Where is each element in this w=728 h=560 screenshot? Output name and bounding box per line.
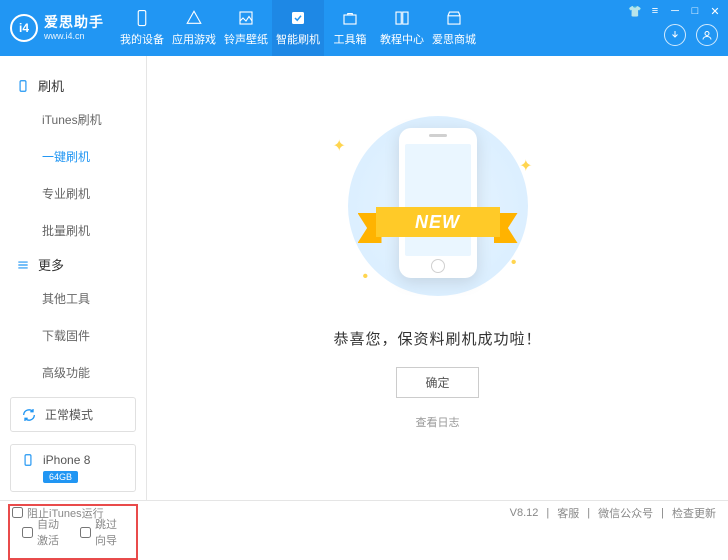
book-icon bbox=[393, 9, 411, 27]
nav-store[interactable]: 爱思商城 bbox=[428, 0, 480, 56]
phone-icon bbox=[133, 9, 151, 27]
sparkle-icon: • bbox=[363, 268, 369, 286]
sidebar-item-itunes[interactable]: iTunes刷机 bbox=[0, 101, 146, 138]
wardrobe-icon[interactable]: 👕 bbox=[628, 4, 642, 18]
storage-badge: 64GB bbox=[43, 471, 78, 483]
wallpaper-icon bbox=[237, 9, 255, 27]
sidebar: 刷机 iTunes刷机 一键刷机 专业刷机 批量刷机 更多 其他工具 下载固件 … bbox=[0, 56, 147, 500]
confirm-button[interactable]: 确定 bbox=[396, 367, 478, 398]
wechat-link[interactable]: 微信公众号 bbox=[598, 505, 653, 521]
version-label: V8.12 bbox=[510, 507, 539, 519]
nav-my-device[interactable]: 我的设备 bbox=[116, 0, 168, 56]
flash-icon bbox=[289, 9, 307, 27]
main-content: NEW ✦ ✦ • • 恭喜您，保资料刷机成功啦！ 确定 查看日志 bbox=[147, 56, 728, 500]
phone-small-icon bbox=[21, 453, 35, 467]
sidebar-item-advanced[interactable]: 高级功能 bbox=[0, 354, 146, 391]
nav-apps[interactable]: 应用游戏 bbox=[168, 0, 220, 56]
skip-guide-checkbox[interactable]: 跳过向导 bbox=[80, 516, 124, 548]
toolbox-icon bbox=[341, 9, 359, 27]
sparkle-icon: ✦ bbox=[519, 156, 532, 176]
app-url: www.i4.cn bbox=[44, 31, 104, 42]
nav-flash[interactable]: 智能刷机 bbox=[272, 0, 324, 56]
check-update-link[interactable]: 检查更新 bbox=[672, 505, 716, 521]
refresh-icon bbox=[21, 407, 37, 423]
sidebar-section-flash: 刷机 bbox=[0, 70, 146, 101]
view-log-link[interactable]: 查看日志 bbox=[416, 414, 460, 430]
app-name: 爱思助手 bbox=[44, 14, 104, 31]
sparkle-icon: ✦ bbox=[333, 136, 346, 156]
nav-toolbox[interactable]: 工具箱 bbox=[324, 0, 376, 56]
sidebar-section-more: 更多 bbox=[0, 249, 146, 280]
block-itunes-checkbox[interactable]: 阻止iTunes运行 bbox=[12, 505, 104, 521]
auto-activate-checkbox[interactable]: 自动激活 bbox=[22, 516, 66, 548]
device-info[interactable]: iPhone 8 64GB bbox=[10, 444, 136, 492]
device-icon bbox=[16, 79, 30, 93]
nav-ringtone[interactable]: 铃声壁纸 bbox=[220, 0, 272, 56]
sidebar-item-pro[interactable]: 专业刷机 bbox=[0, 175, 146, 212]
download-button[interactable] bbox=[664, 24, 686, 46]
maximize-icon[interactable]: □ bbox=[688, 4, 702, 18]
support-link[interactable]: 客服 bbox=[557, 505, 579, 521]
store-icon bbox=[445, 9, 463, 27]
title-bar: i4 爱思助手 www.i4.cn 我的设备 应用游戏 铃声壁纸 智能刷机 工具… bbox=[0, 0, 728, 56]
new-ribbon: NEW bbox=[358, 199, 518, 245]
user-button[interactable] bbox=[696, 24, 718, 46]
sidebar-item-onekey[interactable]: 一键刷机 bbox=[0, 138, 146, 175]
sidebar-item-other[interactable]: 其他工具 bbox=[0, 280, 146, 317]
app-logo: i4 爱思助手 www.i4.cn bbox=[10, 14, 104, 42]
main-nav: 我的设备 应用游戏 铃声壁纸 智能刷机 工具箱 教程中心 爱思商城 bbox=[116, 0, 480, 56]
logo-icon: i4 bbox=[10, 14, 38, 42]
more-icon bbox=[16, 258, 30, 272]
nav-tutorial[interactable]: 教程中心 bbox=[376, 0, 428, 56]
header-actions bbox=[664, 24, 718, 46]
close-icon[interactable]: ✕ bbox=[708, 4, 722, 18]
device-name: iPhone 8 bbox=[43, 453, 90, 467]
success-message: 恭喜您，保资料刷机成功啦！ bbox=[333, 328, 541, 349]
sidebar-item-firmware[interactable]: 下载固件 bbox=[0, 317, 146, 354]
mode-indicator[interactable]: 正常模式 bbox=[10, 397, 136, 432]
window-controls: 👕 ≡ ─ □ ✕ bbox=[628, 4, 722, 18]
sidebar-item-batch[interactable]: 批量刷机 bbox=[0, 212, 146, 249]
apps-icon bbox=[185, 9, 203, 27]
sparkle-icon: • bbox=[511, 254, 517, 272]
minimize-icon[interactable]: ─ bbox=[668, 4, 682, 18]
success-illustration: NEW ✦ ✦ • • bbox=[323, 106, 553, 306]
menu-icon[interactable]: ≡ bbox=[648, 4, 662, 18]
